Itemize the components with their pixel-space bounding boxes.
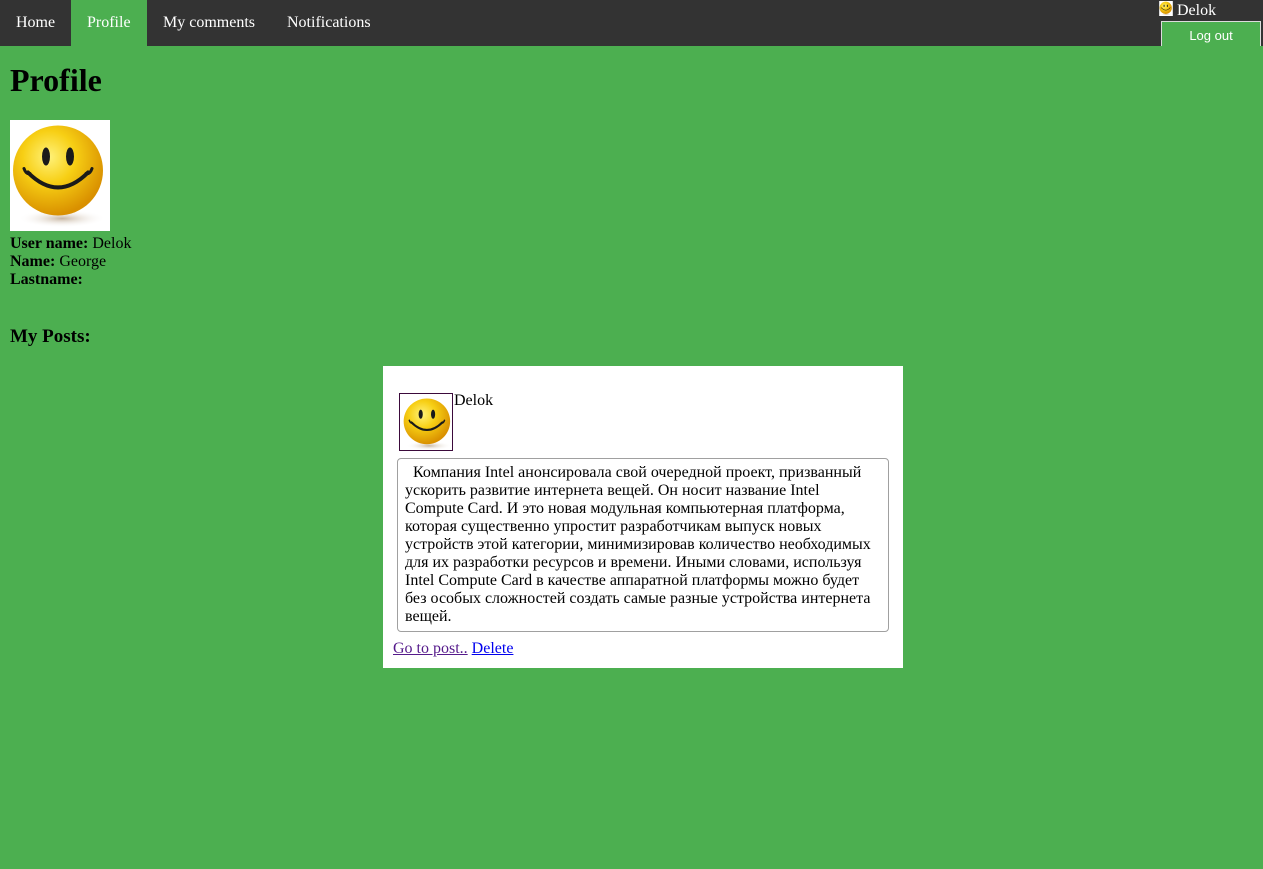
post-author-name: Delok	[454, 392, 494, 409]
my-posts-heading: My Posts:	[10, 326, 91, 347]
post-actions: Go to post.. Delete	[393, 640, 513, 658]
profile-lastname-row: Lastname:	[10, 271, 83, 289]
post-body-text: Компания Intel анонсировала свой очередн…	[397, 458, 889, 632]
smiley-icon	[13, 126, 106, 228]
go-to-post-link[interactable]: Go to post..	[393, 640, 468, 657]
profile-username-row: User name: Delok	[10, 235, 131, 253]
current-username: Delok	[1177, 2, 1217, 19]
top-navigation-bar: Home Profile My comments Notifications D…	[0, 0, 1263, 46]
smiley-icon	[404, 398, 452, 450]
nav-profile-link[interactable]: Profile	[71, 0, 147, 46]
profile-username-label: User name:	[10, 235, 89, 252]
post-card: Delok Компания Intel анонсировала свой о…	[383, 366, 903, 668]
logout-button[interactable]: Log out	[1161, 21, 1261, 46]
nav-notifications-link[interactable]: Notifications	[271, 0, 386, 46]
profile-name-label: Name:	[10, 253, 56, 270]
post-author-avatar	[399, 393, 453, 451]
profile-username-value: Delok	[92, 235, 132, 252]
profile-avatar	[10, 120, 110, 231]
profile-name-value: George	[59, 253, 107, 270]
delete-post-link[interactable]: Delete	[472, 640, 514, 657]
profile-name-row: Name: George	[10, 253, 106, 271]
profile-lastname-label: Lastname:	[10, 271, 83, 288]
nav-my-comments-link[interactable]: My comments	[147, 0, 271, 46]
nav-home-link[interactable]: Home	[0, 0, 71, 46]
page-title: Profile	[10, 62, 102, 98]
smiley-icon	[1159, 1, 1173, 16]
